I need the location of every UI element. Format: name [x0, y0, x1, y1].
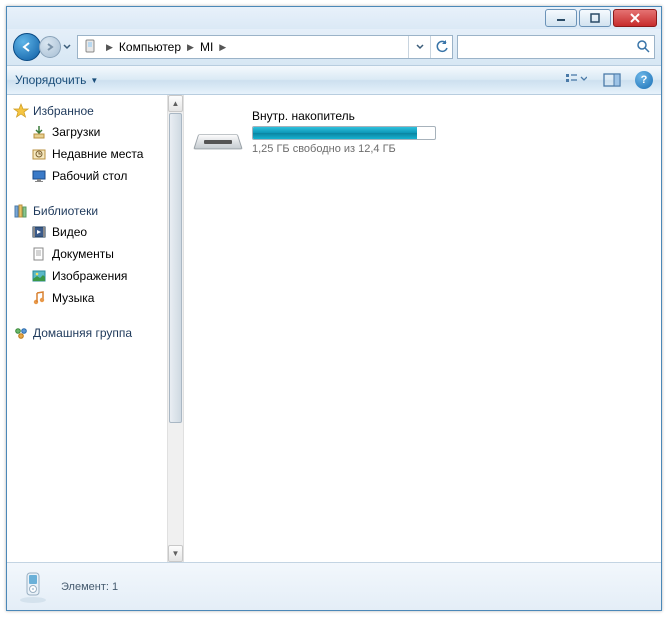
navigation-pane: Избранное Загрузки Недавние места [7, 95, 167, 562]
sidebar-item-video[interactable]: Видео [13, 221, 167, 243]
sidebar-item-recent[interactable]: Недавние места [13, 143, 167, 165]
tree-homegroup[interactable]: Домашняя группа [13, 323, 167, 343]
libraries-icon [13, 203, 29, 219]
chevron-down-icon: ▼ [90, 76, 98, 85]
sidebar-scrollbar[interactable]: ▲ ▼ [167, 95, 184, 562]
recent-icon [31, 146, 47, 162]
tree-group-libraries: Библиотеки Видео Документы [13, 201, 167, 309]
breadcrumb-arrow[interactable]: ▶ [102, 42, 117, 53]
search-icon [636, 39, 650, 56]
maximize-button[interactable] [579, 9, 611, 27]
refresh-icon [435, 40, 449, 54]
refresh-button[interactable] [430, 36, 452, 58]
tree-libraries[interactable]: Библиотеки [13, 201, 167, 221]
tree-item-label: Загрузки [52, 125, 100, 139]
address-right [408, 36, 452, 58]
drive-usage-fill [253, 127, 417, 139]
close-button[interactable] [613, 9, 657, 27]
downloads-icon [31, 124, 47, 140]
titlebar [7, 7, 661, 29]
tree-item-label: Документы [52, 247, 114, 261]
drive-name: Внутр. накопитель [252, 109, 436, 126]
nav-row: ▶ Компьютер ▶ MI ▶ [7, 29, 661, 65]
forward-button[interactable] [39, 36, 61, 58]
tree-group-favorites: Избранное Загрузки Недавние места [13, 101, 167, 187]
homegroup-icon [13, 325, 29, 341]
organize-menu[interactable]: Упорядочить ▼ [15, 73, 98, 87]
chevron-down-icon [416, 44, 424, 50]
device-large-icon [17, 570, 49, 604]
drive-free-text: 1,25 ГБ свободно из 12,4 ГБ [252, 143, 436, 155]
tree-favorites[interactable]: Избранное [13, 101, 167, 121]
arrow-left-icon [20, 40, 34, 54]
scroll-down-button[interactable]: ▼ [168, 545, 183, 562]
sidebar-item-documents[interactable]: Документы [13, 243, 167, 265]
content-area: Избранное Загрузки Недавние места [7, 95, 661, 562]
star-icon [13, 103, 29, 119]
status-text: Элемент: 1 [61, 581, 118, 593]
tree-item-label: Видео [52, 225, 87, 239]
minimize-button[interactable] [545, 9, 577, 27]
drive-icon [196, 119, 240, 151]
sidebar-item-desktop[interactable]: Рабочий стол [13, 165, 167, 187]
breadcrumb-mi[interactable]: MI [198, 40, 215, 54]
drive-usage-bar [252, 126, 436, 140]
favorites-label: Избранное [33, 104, 94, 118]
view-icon [565, 72, 587, 88]
tree-group-homegroup: Домашняя группа [13, 323, 167, 343]
address-bar[interactable]: ▶ Компьютер ▶ MI ▶ [77, 35, 453, 59]
tree-item-label: Музыка [52, 291, 94, 305]
drive-info: Внутр. накопитель 1,25 ГБ свободно из 12… [252, 109, 436, 155]
help-button[interactable]: ? [635, 71, 653, 89]
close-icon [629, 13, 641, 23]
libraries-label: Библиотеки [33, 204, 98, 218]
scroll-thumb[interactable] [169, 113, 182, 423]
nav-history-dropdown[interactable] [61, 35, 73, 59]
chevron-down-icon [63, 44, 71, 50]
breadcrumb-computer[interactable]: Компьютер [117, 40, 183, 54]
toolbar-right: ? [563, 69, 653, 91]
tree-item-label: Изображения [52, 269, 127, 283]
preview-pane-icon [603, 73, 621, 87]
organize-label: Упорядочить [15, 73, 86, 87]
maximize-icon [590, 13, 600, 23]
view-options-button[interactable] [563, 69, 589, 91]
video-icon [31, 224, 47, 240]
sidebar-item-downloads[interactable]: Загрузки [13, 121, 167, 143]
minimize-icon [556, 13, 566, 23]
breadcrumb-arrow[interactable]: ▶ [215, 42, 230, 53]
tree-item-label: Недавние места [52, 147, 143, 161]
preview-pane-button[interactable] [599, 69, 625, 91]
music-icon [31, 290, 47, 306]
back-button[interactable] [13, 33, 41, 61]
explorer-window: ▶ Компьютер ▶ MI ▶ Упорядочить ▼ [6, 6, 662, 611]
status-bar: Элемент: 1 [7, 562, 661, 610]
arrow-right-icon [45, 42, 55, 52]
sidebar-item-music[interactable]: Музыка [13, 287, 167, 309]
homegroup-label: Домашняя группа [33, 326, 132, 340]
pictures-icon [31, 268, 47, 284]
nav-buttons [13, 32, 73, 62]
file-list-pane[interactable]: Внутр. накопитель 1,25 ГБ свободно из 12… [184, 95, 661, 562]
search-box[interactable] [457, 35, 655, 59]
breadcrumb-arrow[interactable]: ▶ [183, 42, 198, 53]
drive-item[interactable]: Внутр. накопитель 1,25 ГБ свободно из 12… [196, 109, 649, 155]
toolbar: Упорядочить ▼ ? [7, 65, 661, 95]
help-icon: ? [641, 74, 648, 86]
scroll-up-button[interactable]: ▲ [168, 95, 183, 112]
desktop-icon [31, 168, 47, 184]
address-dropdown[interactable] [408, 36, 430, 58]
documents-icon [31, 246, 47, 262]
sidebar-item-pictures[interactable]: Изображения [13, 265, 167, 287]
tree-item-label: Рабочий стол [52, 169, 127, 183]
device-icon [82, 39, 98, 55]
